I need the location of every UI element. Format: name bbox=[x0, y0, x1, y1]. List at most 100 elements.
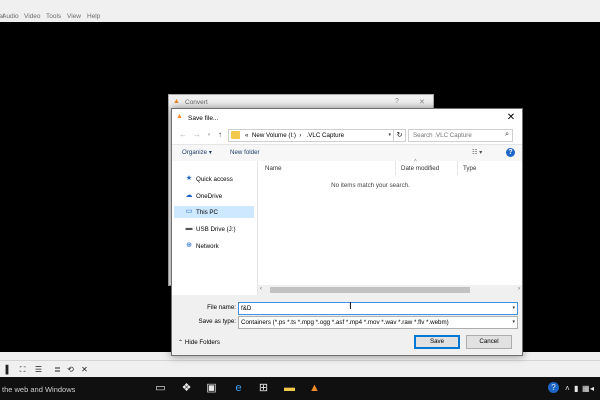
edge-icon[interactable]: e bbox=[232, 382, 245, 395]
computer-icon: ▭ bbox=[185, 208, 193, 215]
chevron-down-icon[interactable]: ▾ bbox=[512, 319, 515, 325]
empty-message: No items match your search. bbox=[331, 182, 410, 189]
nav-item-network[interactable]: ⊕ Network bbox=[174, 240, 254, 252]
scrollbar-thumb[interactable] bbox=[270, 287, 470, 293]
convert-close-button[interactable]: ✕ bbox=[419, 98, 425, 106]
nav-item-usb-drive[interactable]: ▬ USB Drive (J:) bbox=[174, 223, 254, 235]
column-header-type[interactable]: Type bbox=[463, 165, 476, 172]
breadcrumb: « New Volume (I:) › .VLC Capture bbox=[245, 132, 345, 139]
column-header-name[interactable]: Name bbox=[265, 165, 282, 172]
file-name-field[interactable]: ▾ bbox=[238, 302, 518, 315]
help-icon[interactable]: ? bbox=[548, 382, 559, 393]
view-options-icon[interactable]: ☷ ▾ bbox=[472, 149, 482, 156]
search-input[interactable] bbox=[413, 131, 499, 140]
save-dialog-title: Save file... bbox=[188, 115, 219, 122]
recent-locations-chevron-icon[interactable]: ▾ bbox=[204, 130, 214, 140]
file-name-input[interactable] bbox=[241, 304, 501, 313]
column-divider[interactable] bbox=[395, 161, 396, 175]
forward-arrow-icon[interactable]: → bbox=[192, 130, 202, 140]
vlc-cone-icon: ▲ bbox=[173, 98, 180, 105]
back-arrow-icon[interactable]: ← bbox=[178, 130, 188, 140]
chevron-up-icon: ⌃ bbox=[178, 339, 184, 346]
save-dialog-close-button[interactable]: ✕ bbox=[504, 111, 518, 125]
navigation-bar: ← → ▾ ↑ « New Volume (I:) › .VLC Capture… bbox=[172, 127, 522, 144]
save-button[interactable]: Save bbox=[414, 335, 460, 349]
media-icon[interactable]: ⊞ bbox=[257, 382, 270, 395]
save-file-dialog: ▲ Save file... ✕ ← → ▾ ↑ « New Volume (I… bbox=[171, 108, 523, 356]
nav-item-quick-access[interactable]: ★ Quick access bbox=[174, 173, 254, 185]
nav-item-label: This PC bbox=[196, 209, 219, 216]
menu-tools[interactable]: Tools bbox=[46, 13, 61, 20]
search-box[interactable]: ⌕ bbox=[408, 129, 513, 142]
convert-help-button[interactable]: ? bbox=[395, 98, 399, 105]
help-icon[interactable]: ? bbox=[506, 148, 515, 157]
breadcrumb-vlc-capture[interactable]: .VLC Capture bbox=[307, 132, 345, 139]
horizontal-scrollbar[interactable]: ‹ › bbox=[258, 285, 522, 295]
nav-item-label: Network bbox=[196, 243, 219, 250]
vlc-icon[interactable]: ▲ bbox=[308, 382, 321, 395]
nav-item-onedrive[interactable]: ☁ OneDrive bbox=[174, 190, 254, 202]
power-icon[interactable]: ▮ bbox=[574, 384, 578, 393]
new-folder-button[interactable]: New folder bbox=[230, 149, 260, 156]
column-divider[interactable] bbox=[457, 161, 458, 175]
file-explorer-icon[interactable]: ▬ bbox=[283, 382, 296, 395]
loop-icon[interactable]: ⟲ bbox=[66, 365, 75, 374]
scroll-right-icon[interactable]: › bbox=[518, 286, 520, 292]
menu-help[interactable]: Help bbox=[87, 13, 100, 20]
save-as-type-label: Save as type: bbox=[198, 318, 237, 325]
dropbox-icon[interactable]: ❖ bbox=[180, 382, 193, 395]
up-arrow-icon[interactable]: ↑ bbox=[215, 130, 225, 140]
volume-icon[interactable]: ◂ bbox=[590, 384, 594, 393]
vlc-menubar: er Audio Video Tools View Help bbox=[0, 0, 600, 22]
chevron-down-icon[interactable]: ▾ bbox=[512, 305, 515, 311]
nav-item-label: Quick access bbox=[196, 176, 233, 183]
menu-view[interactable]: View bbox=[67, 13, 81, 20]
file-list: ˄ Name Date modified Type No items match… bbox=[258, 158, 522, 295]
search-icon[interactable]: ⌕ bbox=[505, 131, 509, 139]
taskbar-search-text[interactable]: the web and Windows bbox=[2, 385, 75, 394]
menu-audio[interactable]: Audio bbox=[2, 13, 19, 20]
scroll-left-icon[interactable]: ‹ bbox=[260, 286, 262, 292]
file-name-label: File name: bbox=[207, 304, 236, 311]
star-icon: ★ bbox=[185, 175, 193, 182]
usb-drive-icon: ▬ bbox=[185, 225, 193, 232]
chevron-up-icon[interactable]: ˄ bbox=[565, 384, 570, 393]
save-as-type-select[interactable]: Containers (*.ps *.ts *.mpg *.ogg *.asf … bbox=[238, 316, 518, 329]
folder-icon bbox=[231, 131, 240, 139]
playlist-icon[interactable]: ≣ bbox=[53, 365, 62, 374]
menu-video[interactable]: Video bbox=[24, 13, 41, 20]
network-icon[interactable]: ▦ bbox=[582, 384, 590, 393]
address-dropdown-icon[interactable]: ▾ bbox=[388, 132, 391, 138]
breadcrumb-new-volume[interactable]: New Volume (I:) bbox=[252, 132, 296, 139]
navigation-pane: ★ Quick access ☁ OneDrive ▭ This PC ▬ US… bbox=[172, 161, 258, 295]
network-icon: ⊕ bbox=[186, 242, 192, 249]
store-icon[interactable]: ▣ bbox=[205, 382, 218, 395]
nav-item-label: USB Drive (J:) bbox=[196, 226, 236, 233]
dialog-toolbar: Organize ▾ New folder ☷ ▾ ? bbox=[172, 144, 522, 162]
cancel-button[interactable]: Cancel bbox=[466, 335, 512, 349]
extended-settings-icon[interactable]: ☰ bbox=[34, 365, 43, 374]
nav-item-label: OneDrive bbox=[196, 193, 223, 200]
convert-dialog-title: Convert bbox=[185, 99, 208, 106]
taskbar: the web and Windows ▭ ❖ ▣ e ⊞ ▬ ▲ ? ˄ ▮ … bbox=[0, 377, 600, 400]
refresh-icon[interactable]: ↻ bbox=[393, 129, 406, 142]
breadcrumb-overflow[interactable]: « bbox=[245, 132, 248, 139]
organize-button[interactable]: Organize ▾ bbox=[182, 149, 212, 156]
dialog-footer: ⌃ Hide Folders Save Cancel bbox=[172, 331, 522, 355]
address-bar[interactable]: « New Volume (I:) › .VLC Capture ▾ bbox=[228, 129, 406, 142]
vlc-control-bar: ▐ ⛶ ☰ ≣ ⟲ ✕ bbox=[0, 360, 600, 378]
fullscreen-icon[interactable]: ⛶ bbox=[18, 365, 27, 374]
shuffle-icon[interactable]: ✕ bbox=[80, 365, 89, 374]
step-back-icon[interactable]: ▐ bbox=[1, 365, 10, 374]
column-header-date-modified[interactable]: Date modified bbox=[401, 165, 439, 172]
vlc-cone-icon: ▲ bbox=[176, 113, 183, 120]
save-as-type-value: Containers (*.ps *.ts *.mpg *.ogg *.asf … bbox=[241, 319, 449, 326]
save-dialog-titlebar: ▲ Save file... ✕ bbox=[172, 109, 522, 127]
text-cursor-icon: I bbox=[349, 301, 352, 312]
hide-folders-button[interactable]: ⌃ Hide Folders bbox=[178, 339, 220, 346]
sort-chevron-icon: ˄ bbox=[414, 158, 417, 164]
task-view-icon[interactable]: ▭ bbox=[154, 382, 167, 395]
hide-folders-label: Hide Folders bbox=[184, 339, 220, 346]
cloud-icon: ☁ bbox=[185, 192, 193, 199]
nav-item-this-pc[interactable]: ▭ This PC bbox=[174, 206, 254, 218]
